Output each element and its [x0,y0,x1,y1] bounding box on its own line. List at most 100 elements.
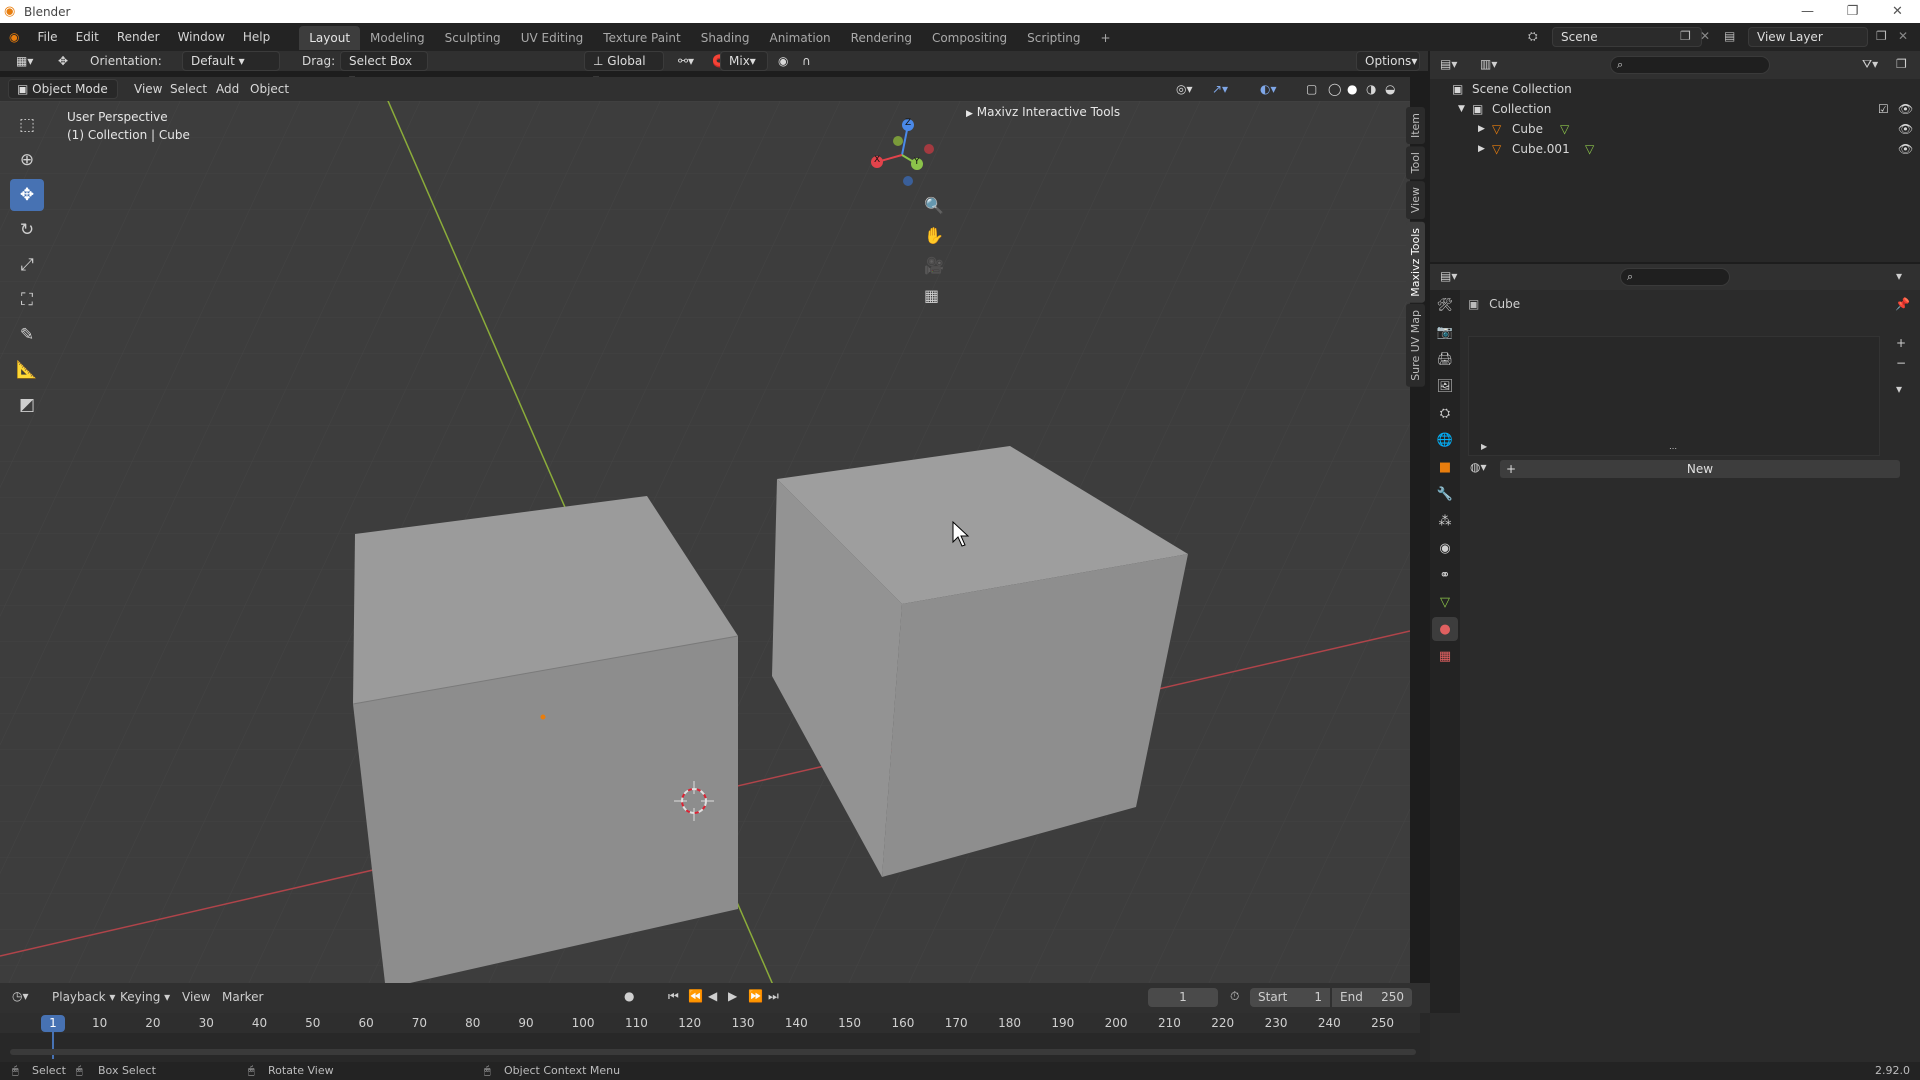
delete-view-layer-icon[interactable]: ✕ [1898,29,1908,43]
mesh-data-icon[interactable]: ▽ [1560,119,1569,139]
end-frame-field[interactable]: End 250 [1332,988,1412,1007]
menu-window[interactable]: Window [169,23,234,51]
jump-end-icon[interactable]: ⏭ [768,989,779,1004]
overlay-toggle-icon[interactable]: ◐▾ [1254,79,1283,99]
menu-add[interactable]: Add [210,79,245,99]
world-props-icon[interactable]: 🌐 [1432,428,1458,452]
tab-uv-editing[interactable]: UV Editing [511,26,594,50]
transform-tool-icon[interactable]: ⛶ [10,284,44,316]
collection-checkbox[interactable]: ☑ [1878,99,1889,119]
drag-dropdown[interactable]: Select Box ▾ [340,51,428,86]
tree-row-cube001[interactable]: ▶ ▽ Cube.001 ▽ 👁 [1430,139,1920,159]
tab-layout[interactable]: Layout [299,26,361,50]
tree-row-cube[interactable]: ▶ ▽ Cube ▽ 👁 [1430,119,1920,139]
snap-mode-dropdown[interactable]: Mix▾ [720,51,768,71]
add-cube-tool-icon[interactable]: ◩ [10,389,44,421]
tab-tool[interactable]: Tool [1406,146,1425,180]
timeline-scrollbar[interactable] [10,1049,1416,1055]
preview-range-icon[interactable]: ⏱ [1230,989,1239,1004]
scale-tool-icon[interactable]: ⤢ [10,249,44,281]
blender-menu-icon[interactable]: ◉ [0,23,28,51]
transform-orientation-dropdown[interactable]: ⊥ Global ▾ [584,51,664,86]
object-props-icon[interactable]: ■ [1432,455,1458,479]
options-dropdown[interactable]: Options▾ [1356,51,1420,71]
material-props-icon[interactable]: ● [1432,617,1458,641]
tab-view[interactable]: View [1406,181,1425,220]
pin-icon[interactable]: 📌 [1895,294,1910,314]
tree-row-scene-collection[interactable]: ▣ Scene Collection [1430,79,1920,99]
annotate-tool-icon[interactable]: ✎ [10,319,44,351]
physics-props-icon[interactable]: ◉ [1432,536,1458,560]
menu-view[interactable]: View [128,79,168,99]
constraints-props-icon[interactable]: ⚭ [1432,563,1458,587]
view-layer-props-icon[interactable]: 🖼 [1432,374,1458,398]
tab-compositing[interactable]: Compositing [922,26,1017,50]
tab-scripting[interactable]: Scripting [1017,26,1090,50]
maxivz-panel-header[interactable]: ▶ Maxivz Interactive Tools [966,105,1120,119]
xray-toggle-icon[interactable]: ▢ [1300,79,1323,99]
menu-timeline-view[interactable]: View [182,990,210,1004]
camera-view-icon[interactable]: 🎥 [924,256,944,275]
falloff-icon[interactable]: ∩ [796,51,817,71]
list-expand-icon[interactable]: ▶ [1481,442,1487,451]
timeline-editor-type-icon[interactable]: ◷▾ [12,989,29,1003]
texture-props-icon[interactable]: ▦ [1432,644,1458,668]
outliner-editor-type-icon[interactable]: ▤▾ [1440,57,1457,71]
new-view-layer-icon[interactable]: ❐ [1876,29,1887,43]
material-slot-list[interactable]: ▶ ⋯ [1468,336,1880,456]
material-browse-icon[interactable]: ◍▾ [1470,460,1487,474]
proportional-edit-icon[interactable]: ◉ [772,51,794,71]
filter-icon[interactable]: ⛛▾ [1862,57,1878,72]
data-props-icon[interactable]: ▽ [1432,590,1458,614]
tab-item[interactable]: Item [1406,107,1425,145]
jump-keyframe-back-icon[interactable]: ⏪ [688,989,703,1003]
3d-viewport[interactable]: User Perspective (1) Collection | Cube ⬚… [0,101,1410,983]
timeline[interactable]: 10 20 30 40 50 60 70 80 90 100 110 120 130 140 150 160 1… [0,1013,1430,1063]
gizmo-toggle-icon[interactable]: ↗▾ [1206,79,1234,99]
play-reverse-icon[interactable]: ◀ [708,989,717,1003]
menu-help[interactable]: Help [234,23,279,51]
pivot-point-icon[interactable]: ⚯▾ [672,51,700,71]
rotate-tool-icon[interactable]: ↻ [10,214,44,246]
collection-eye-icon[interactable]: 👁 [1898,99,1913,119]
render-props-icon[interactable]: 📷 [1432,320,1458,344]
display-mode-icon[interactable]: ▥▾ [1480,57,1497,71]
tab-maxivz-tools[interactable]: Maxivz Tools [1406,221,1425,303]
menu-marker[interactable]: Marker [222,990,263,1004]
pan-hand-icon[interactable]: ✋ [924,226,944,245]
tab-sure-uv-map[interactable]: Sure UV Map [1406,304,1425,388]
menu-keying[interactable]: Keying ▾ [120,990,170,1004]
scene-props-icon[interactable]: ⛭ [1432,401,1458,425]
properties-search-input[interactable]: ⌕ [1620,268,1730,286]
tab-rendering[interactable]: Rendering [841,26,922,50]
tab-animation[interactable]: Animation [759,26,840,50]
start-frame-field[interactable]: Start 1 [1250,988,1330,1007]
tool-props-icon[interactable]: 🛠 [1432,293,1458,317]
menu-edit[interactable]: Edit [67,23,108,51]
tab-modeling[interactable]: Modeling [360,26,435,50]
new-collection-icon[interactable]: ❐ [1896,57,1907,71]
tab-shading[interactable]: Shading [691,26,760,50]
record-icon[interactable]: ● [624,989,634,1003]
slot-specials-icon[interactable]: ▾ [1896,382,1902,396]
cube001-eye-icon[interactable]: 👁 [1898,139,1913,159]
mesh-data-icon[interactable]: ▽ [1585,139,1594,159]
view-layer-selector[interactable]: View Layer [1748,27,1868,47]
particles-props-icon[interactable]: ⁂ [1432,509,1458,533]
navigation-gizmo[interactable]: Z X Y [862,115,942,195]
ortho-grid-icon[interactable]: ▦ [924,286,939,305]
menu-playback[interactable]: Playback ▾ [52,990,115,1004]
list-resize-handle[interactable]: ⋯ [1669,444,1677,453]
view-layer-icon[interactable]: ▤ [1724,29,1735,43]
editor-type-icon[interactable]: ▦▾ [10,51,39,71]
menu-file[interactable]: File [28,23,66,51]
menu-render[interactable]: Render [108,23,169,51]
select-box-tool-icon[interactable]: ⬚ [10,109,44,141]
close-icon[interactable]: ✕ [1875,0,1920,23]
menu-object[interactable]: Object [244,79,295,99]
play-icon[interactable]: ▶ [728,989,737,1003]
modifier-props-icon[interactable]: 🔧 [1432,482,1458,506]
add-workspace-button[interactable]: + [1091,26,1121,50]
new-scene-icon[interactable]: ❐ [1680,29,1691,43]
outliner-search-input[interactable]: ⌕ [1610,56,1770,74]
